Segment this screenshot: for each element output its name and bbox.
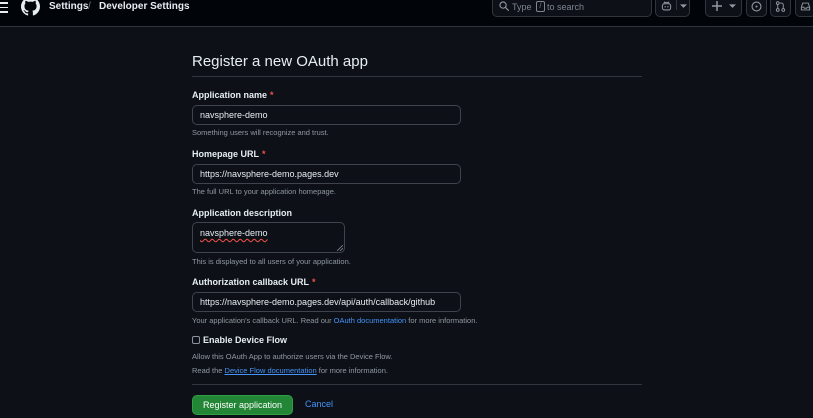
copilot-icon bbox=[661, 1, 672, 11]
app-name-label-text: Application name bbox=[192, 90, 268, 100]
cancel-link[interactable]: Cancel bbox=[305, 399, 333, 409]
device-flow-hint: Allow this OAuth App to authorize users … bbox=[192, 352, 393, 361]
homepage-url-input[interactable]: https://navsphere-demo.pages.dev bbox=[192, 164, 461, 184]
create-new-button[interactable] bbox=[705, 0, 742, 17]
search-icon bbox=[499, 1, 509, 11]
title-divider bbox=[192, 76, 642, 77]
description-hint: This is displayed to all users of your a… bbox=[192, 257, 351, 266]
description-label: Application description bbox=[192, 208, 293, 218]
register-application-button[interactable]: Register application bbox=[192, 395, 293, 415]
device-flow-doc-hint: Read the Device Flow documentation for m… bbox=[192, 366, 388, 375]
description-value: navsphere-demo bbox=[200, 228, 268, 238]
inbox-icon bbox=[800, 2, 811, 11]
breadcrumb-separator: / bbox=[88, 1, 91, 12]
callback-hint-prefix: Your application's callback URL. Read ou… bbox=[192, 316, 334, 325]
pull-request-icon bbox=[775, 1, 786, 12]
page-title: Register a new OAuth app bbox=[192, 53, 368, 70]
chevron-down-icon bbox=[729, 4, 736, 8]
slash-key-hint: / bbox=[536, 1, 545, 12]
callback-url-label-text: Authorization callback URL bbox=[192, 277, 310, 287]
required-marker: * bbox=[312, 277, 316, 287]
device-flow-hint-prefix: Read the bbox=[192, 366, 225, 375]
breadcrumb-developer-settings[interactable]: Developer Settings bbox=[99, 1, 190, 12]
device-flow-hint-suffix: for more information. bbox=[316, 366, 388, 375]
form-footer-divider bbox=[192, 384, 642, 385]
search-input[interactable]: Type / to search bbox=[492, 0, 652, 17]
callback-url-label: Authorization callback URL * bbox=[192, 277, 316, 287]
callback-url-hint: Your application's callback URL. Read ou… bbox=[192, 316, 477, 325]
breadcrumb-settings[interactable]: Settings bbox=[49, 1, 88, 12]
homepage-url-label: Homepage URL * bbox=[192, 149, 266, 159]
description-textarea[interactable]: navsphere-demo bbox=[192, 222, 345, 253]
homepage-url-hint: The full URL to your application homepag… bbox=[192, 187, 336, 196]
top-header: Settings / Developer Settings Type / to … bbox=[0, 0, 813, 27]
app-name-hint: Something users will recognize and trust… bbox=[192, 128, 329, 137]
plus-icon bbox=[712, 1, 722, 11]
required-marker: * bbox=[270, 90, 274, 100]
copilot-button[interactable] bbox=[655, 0, 690, 17]
github-logo-icon[interactable] bbox=[21, 0, 40, 16]
app-name-label: Application name * bbox=[192, 90, 274, 100]
resize-grip-icon[interactable] bbox=[337, 245, 343, 251]
required-marker: * bbox=[262, 149, 266, 159]
search-placeholder-suffix: to search bbox=[547, 2, 585, 12]
oauth-documentation-link[interactable]: OAuth documentation bbox=[334, 316, 407, 325]
app-name-input[interactable]: navsphere-demo bbox=[192, 105, 461, 125]
enable-device-flow-label[interactable]: Enable Device Flow bbox=[203, 335, 287, 345]
chevron-down-icon bbox=[680, 4, 687, 8]
pull-requests-button[interactable] bbox=[770, 0, 791, 17]
device-flow-documentation-link[interactable]: Device Flow documentation bbox=[225, 366, 317, 375]
issues-button[interactable] bbox=[746, 0, 767, 17]
callback-hint-suffix: for more information. bbox=[406, 316, 478, 325]
homepage-url-label-text: Homepage URL bbox=[192, 149, 260, 159]
menu-icon[interactable] bbox=[0, 2, 10, 16]
callback-url-input[interactable]: https://navsphere-demo.pages.dev/api/aut… bbox=[192, 292, 461, 312]
inbox-button[interactable] bbox=[795, 0, 813, 17]
enable-device-flow-checkbox[interactable] bbox=[192, 336, 200, 344]
search-placeholder-prefix: Type bbox=[512, 2, 532, 12]
issues-icon bbox=[751, 1, 762, 12]
